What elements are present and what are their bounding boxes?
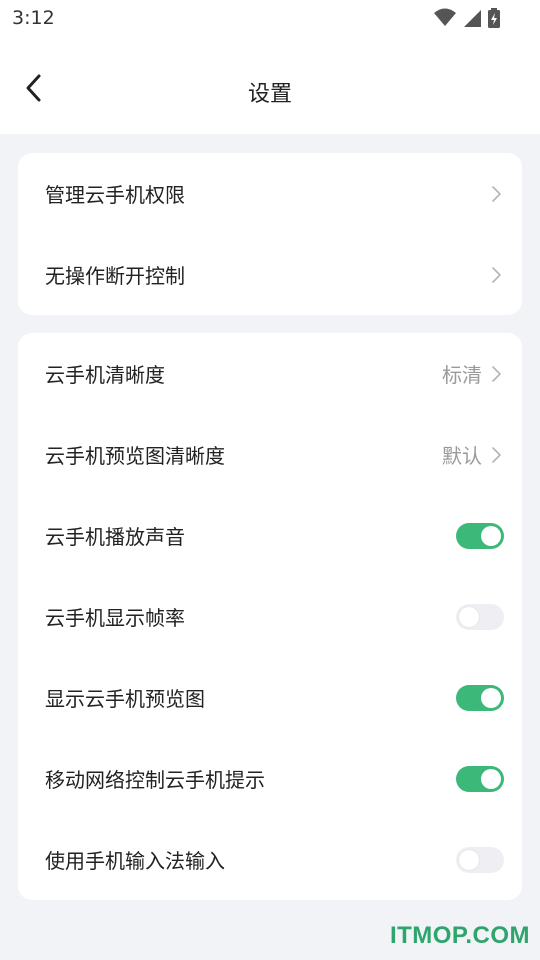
settings-group-permissions: 管理云手机权限 无操作断开控制 <box>18 153 522 315</box>
show-preview-row: 显示云手机预览图 <box>18 657 522 738</box>
row-value: 标清 <box>442 363 482 387</box>
row-label: 云手机预览图清晰度 <box>45 444 225 468</box>
show-fps-row: 云手机显示帧率 <box>18 576 522 657</box>
chevron-right-icon <box>490 363 504 385</box>
row-value: 默认 <box>442 444 482 468</box>
toggle-knob <box>459 849 479 870</box>
row-label: 云手机清晰度 <box>45 363 165 387</box>
battery-charging-icon <box>488 8 500 32</box>
phone-ime-toggle[interactable] <box>456 846 504 873</box>
manage-permissions-row[interactable]: 管理云手机权限 <box>18 153 522 234</box>
phone-ime-row: 使用手机输入法输入 <box>18 819 522 900</box>
status-icons <box>434 8 500 32</box>
play-sound-row: 云手机播放声音 <box>18 495 522 576</box>
chevron-right-icon <box>490 444 504 466</box>
row-label: 无操作断开控制 <box>45 264 185 288</box>
chevron-right-icon <box>490 183 504 205</box>
row-label: 云手机播放声音 <box>45 525 185 549</box>
show-fps-toggle[interactable] <box>456 603 504 630</box>
mobile-network-tip-toggle[interactable] <box>456 765 504 792</box>
mobile-network-tip-row: 移动网络控制云手机提示 <box>18 738 522 819</box>
row-label: 云手机显示帧率 <box>45 606 185 630</box>
row-label: 显示云手机预览图 <box>45 687 205 711</box>
preview-resolution-row[interactable]: 云手机预览图清晰度 默认 <box>18 414 522 495</box>
toggle-knob <box>481 687 501 708</box>
settings-group-display: 云手机清晰度 标清 云手机预览图清晰度 默认 云手机播放声音 云手机显示帧率 显… <box>18 333 522 900</box>
row-label: 移动网络控制云手机提示 <box>45 768 265 792</box>
signal-icon <box>462 8 482 32</box>
page-title: 设置 <box>247 82 292 107</box>
idle-disconnect-row[interactable]: 无操作断开控制 <box>18 234 522 315</box>
toggle-knob <box>481 768 501 789</box>
show-preview-toggle[interactable] <box>456 684 504 711</box>
toggle-knob <box>481 525 501 546</box>
row-label: 管理云手机权限 <box>45 183 185 207</box>
watermark-logo: ITMOP.COM <box>389 922 530 949</box>
status-time: 3:12 <box>12 7 55 29</box>
chevron-right-icon <box>490 264 504 286</box>
status-bar: 3:12 <box>0 0 540 40</box>
resolution-row[interactable]: 云手机清晰度 标清 <box>18 333 522 414</box>
wifi-icon <box>434 8 456 32</box>
row-label: 使用手机输入法输入 <box>45 849 225 873</box>
play-sound-toggle[interactable] <box>456 522 504 549</box>
toggle-knob <box>459 606 479 627</box>
app-header: 设置 <box>0 40 540 134</box>
